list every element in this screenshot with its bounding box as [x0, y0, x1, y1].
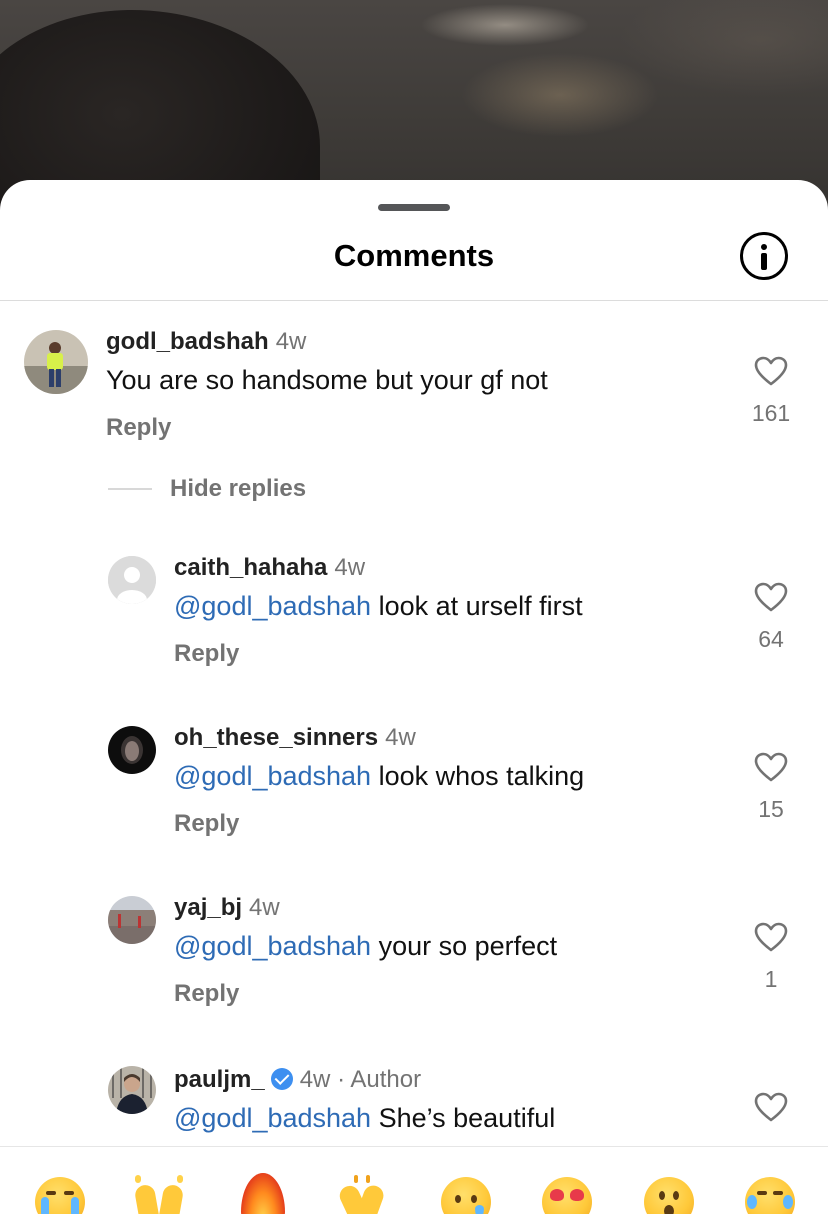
clapping-hands-icon[interactable] — [336, 1175, 388, 1214]
username[interactable]: oh_these_sinners — [174, 724, 378, 751]
emoji-reaction-bar — [0, 1146, 828, 1214]
username[interactable]: yaj_bj — [174, 894, 242, 921]
comment-text: @godl_badshah your so perfect — [174, 930, 557, 962]
like-count: 15 — [758, 796, 784, 822]
hide-replies-label: Hide replies — [170, 475, 307, 502]
crying-face-icon[interactable] — [441, 1177, 491, 1214]
heart-icon[interactable] — [754, 752, 788, 782]
username[interactable]: caith_hahaha — [174, 554, 327, 581]
comment-header: caith_hahaha 4w — [174, 554, 365, 582]
comment-text: @godl_badshah She’s beautiful — [174, 1102, 555, 1134]
reply-button[interactable]: Reply — [174, 980, 239, 1008]
info-icon[interactable] — [740, 232, 788, 280]
reply-button[interactable]: Reply — [106, 414, 171, 442]
verified-badge-icon — [270, 1068, 293, 1090]
comment-body: look at urself first — [371, 591, 583, 621]
comment-header: yaj_bj 4w — [174, 894, 280, 922]
avatar[interactable] — [108, 726, 156, 774]
timestamp: 4w — [385, 724, 416, 751]
like-button[interactable]: 64 — [748, 582, 794, 653]
loudly-crying-face-icon[interactable] — [35, 1177, 85, 1214]
author-badge: Author — [350, 1066, 422, 1093]
comment-body: look whos talking — [371, 761, 585, 791]
header-divider — [0, 300, 828, 301]
timestamp: 4w — [299, 1066, 331, 1093]
timestamp: 4w — [249, 894, 280, 921]
comment-text: You are so handsome but your gf not — [106, 365, 548, 395]
reply-button[interactable]: Reply — [174, 640, 239, 668]
heart-icon[interactable] — [754, 922, 788, 952]
mention-link[interactable]: @godl_badshah — [174, 761, 371, 791]
username[interactable]: pauljm_ — [174, 1066, 265, 1093]
comment-header: godl_badshah 4w — [106, 328, 306, 356]
avatar[interactable] — [108, 896, 156, 944]
heart-icon[interactable] — [754, 356, 788, 386]
surprised-face-icon[interactable] — [644, 1177, 694, 1214]
tears-of-joy-face-icon[interactable] — [745, 1177, 795, 1214]
mention-link[interactable]: @godl_badshah — [174, 591, 371, 621]
comment-text: @godl_badshah look at urself first — [174, 590, 583, 622]
timestamp: 4w — [275, 328, 307, 355]
avatar[interactable] — [24, 330, 88, 394]
comments-sheet: Comments godl_badshah 4w You are so hands… — [0, 180, 828, 1214]
separator: · — [337, 1066, 346, 1093]
sheet-title: Comments — [333, 238, 495, 273]
like-button[interactable]: 15 — [748, 752, 794, 823]
reply-button[interactable]: Reply — [174, 810, 239, 838]
comment-body: your so perfect — [371, 931, 558, 961]
like-button[interactable]: 1 — [748, 922, 794, 993]
comment-header: pauljm_ 4w · Author — [174, 1066, 421, 1094]
avatar[interactable] — [108, 1066, 156, 1114]
comment-text: @godl_badshah look whos talking — [174, 760, 584, 792]
like-count: 161 — [751, 400, 791, 426]
like-button[interactable] — [748, 1092, 794, 1122]
heart-icon[interactable] — [754, 582, 788, 612]
username[interactable]: godl_badshah — [106, 328, 269, 355]
comment-header: oh_these_sinners 4w — [174, 724, 416, 752]
mention-link[interactable]: @godl_badshah — [174, 931, 371, 961]
comment-body: She’s beautiful — [371, 1103, 556, 1133]
timestamp: 4w — [334, 554, 366, 581]
heart-icon[interactable] — [754, 1092, 788, 1122]
avatar[interactable] — [108, 556, 156, 604]
mention-link[interactable]: @godl_badshah — [174, 1103, 371, 1133]
like-count: 64 — [758, 626, 784, 652]
fire-icon[interactable] — [241, 1173, 285, 1214]
like-button[interactable]: 161 — [748, 356, 794, 427]
sheet-grabber[interactable] — [378, 204, 450, 211]
heart-eyes-face-icon[interactable] — [542, 1177, 592, 1214]
like-count: 1 — [764, 966, 778, 992]
raising-hands-icon[interactable] — [133, 1175, 185, 1214]
